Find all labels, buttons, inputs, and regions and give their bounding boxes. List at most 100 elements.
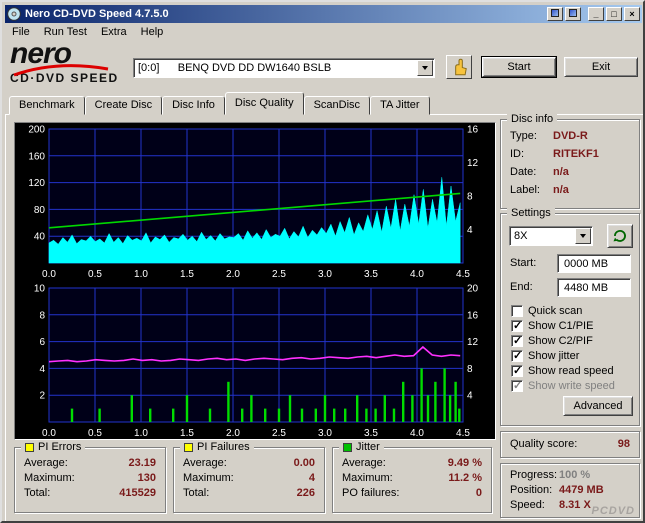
minimize-icon: _	[589, 9, 603, 19]
tool-icon	[569, 9, 577, 17]
speed-select[interactable]: 8X	[509, 226, 593, 246]
tabstrip: Benchmark Create Disc Disc Info Disc Qua…	[9, 92, 430, 115]
svg-text:20: 20	[467, 284, 479, 295]
svg-text:10: 10	[34, 284, 46, 295]
titlebar-tool-button-1[interactable]	[547, 7, 563, 21]
tab-scandisc[interactable]: ScanDisc	[304, 96, 370, 115]
pif-jitter-chart: 0.00.51.01.52.02.53.03.54.04.52468104812…	[15, 282, 495, 441]
svg-text:3.0: 3.0	[318, 428, 332, 439]
checkbox-show-c1-pie[interactable]: Show C1/PIE	[511, 319, 593, 333]
disc-type-value: DVD-R	[553, 130, 588, 142]
disc-id-value: RITEKF1	[553, 148, 599, 160]
pi-failures-legend-chip	[184, 443, 193, 452]
start-button[interactable]: Start	[482, 57, 556, 77]
svg-text:2.5: 2.5	[272, 269, 286, 280]
svg-text:2.0: 2.0	[226, 428, 240, 439]
tab-disc-quality[interactable]: Disc Quality	[225, 92, 304, 115]
advanced-button[interactable]: Advanced	[563, 396, 633, 416]
pi-failures-stats-title: PI Failures	[197, 441, 250, 453]
svg-text:8: 8	[467, 192, 473, 203]
quality-score-group: Quality score: 98	[500, 431, 640, 458]
chart-panel: 0.00.51.01.52.02.53.03.54.04.54080120160…	[14, 122, 496, 440]
checkbox-show-write-speed: Show write speed	[511, 379, 615, 393]
svg-text:4: 4	[467, 225, 473, 236]
chevron-down-icon[interactable]	[417, 60, 433, 76]
settings-group: Settings 8X Start: 0000 MB End: 4480 MB …	[500, 213, 640, 426]
svg-text:80: 80	[34, 205, 46, 216]
hand-tool-button[interactable]	[446, 55, 472, 79]
svg-text:6: 6	[39, 337, 45, 348]
close-icon: ×	[625, 9, 639, 19]
svg-text:160: 160	[28, 151, 45, 162]
speed-select-value: 8X	[510, 230, 575, 242]
svg-text:4: 4	[39, 364, 45, 375]
checkbox-show-jitter[interactable]: Show jitter	[511, 349, 579, 363]
start-position-field[interactable]: 0000 MB	[557, 254, 631, 273]
maximize-icon: □	[607, 9, 621, 19]
quality-score-value: 98	[618, 438, 630, 450]
refresh-icon	[611, 227, 629, 245]
titlebar-tool-button-2[interactable]	[565, 7, 581, 21]
pi-errors-legend-chip	[25, 443, 34, 452]
menu-item-extra[interactable]: Extra	[94, 24, 134, 40]
svg-text:16: 16	[467, 125, 479, 136]
checkbox-box[interactable]	[511, 305, 523, 317]
jitter-stats-title: Jitter	[356, 441, 380, 453]
checkbox-show-c2-pif[interactable]: Show C2/PIF	[511, 334, 593, 348]
checkbox-box[interactable]	[511, 320, 523, 332]
jitter-legend-chip	[343, 443, 352, 452]
minimize-button[interactable]: _	[588, 7, 604, 21]
svg-text:1.0: 1.0	[134, 269, 148, 280]
refresh-button[interactable]	[607, 224, 633, 248]
menu-item-help[interactable]: Help	[134, 24, 171, 40]
svg-text:4: 4	[467, 391, 473, 402]
svg-text:4.0: 4.0	[410, 428, 424, 439]
maximize-button[interactable]: □	[606, 7, 622, 21]
checkbox-box[interactable]	[511, 335, 523, 347]
svg-text:4.0: 4.0	[410, 269, 424, 280]
svg-text:16: 16	[467, 310, 479, 321]
chevron-down-icon[interactable]	[575, 228, 591, 244]
disc-label-value: n/a	[553, 184, 569, 196]
position-value: 4479 MB	[559, 484, 604, 496]
close-button[interactable]: ×	[624, 7, 640, 21]
svg-text:3.5: 3.5	[364, 428, 378, 439]
menubar: File Run Test Extra Help	[5, 23, 642, 41]
tab-create-disc[interactable]: Create Disc	[85, 96, 162, 115]
titlebar[interactable]: Nero CD-DVD Speed 4.7.5.0 _ □ ×	[5, 5, 642, 23]
checkbox-box[interactable]	[511, 350, 523, 362]
drive-select-value: [0:0] BENQ DVD DD DW1640 BSLB	[134, 62, 417, 74]
settings-title: Settings	[507, 207, 555, 219]
svg-text:3.5: 3.5	[364, 269, 378, 280]
tool-icon	[551, 9, 559, 17]
svg-text:200: 200	[28, 125, 45, 136]
checkbox-quick-scan[interactable]: Quick scan	[511, 304, 582, 318]
window-title: Nero CD-DVD Speed 4.7.5.0	[25, 8, 547, 20]
svg-text:8: 8	[467, 364, 473, 375]
jitter-stats-group: Jitter Average:9.49 % Maximum:11.2 % PO …	[332, 447, 492, 513]
tab-disc-info[interactable]: Disc Info	[162, 96, 225, 115]
svg-text:4.5: 4.5	[456, 428, 470, 439]
drive-select[interactable]: [0:0] BENQ DVD DD DW1640 BSLB	[133, 58, 435, 78]
svg-text:4.5: 4.5	[456, 269, 470, 280]
tab-benchmark[interactable]: Benchmark	[9, 96, 85, 115]
svg-text:1.0: 1.0	[134, 428, 148, 439]
svg-text:3.0: 3.0	[318, 269, 332, 280]
app-window: Nero CD-DVD Speed 4.7.5.0 _ □ × File Run…	[0, 0, 645, 523]
checkbox-box	[511, 380, 523, 392]
disc-info-title: Disc info	[507, 113, 557, 125]
pi-errors-chart: 0.00.51.01.52.02.53.03.54.04.54080120160…	[15, 123, 495, 282]
progress-value: 100 %	[559, 469, 590, 481]
speed-value: 8.31 X	[559, 499, 591, 511]
svg-text:120: 120	[28, 178, 45, 189]
exit-button[interactable]: Exit	[564, 57, 638, 77]
hand-icon	[449, 57, 469, 77]
checkbox-box[interactable]	[511, 365, 523, 377]
svg-text:0.0: 0.0	[42, 269, 56, 280]
svg-text:0.5: 0.5	[88, 269, 102, 280]
end-position-field[interactable]: 4480 MB	[557, 278, 631, 297]
pi-errors-stats-title: PI Errors	[38, 441, 81, 453]
svg-text:12: 12	[467, 337, 479, 348]
tab-ta-jitter[interactable]: TA Jitter	[370, 96, 430, 115]
checkbox-show-read-speed[interactable]: Show read speed	[511, 364, 614, 378]
